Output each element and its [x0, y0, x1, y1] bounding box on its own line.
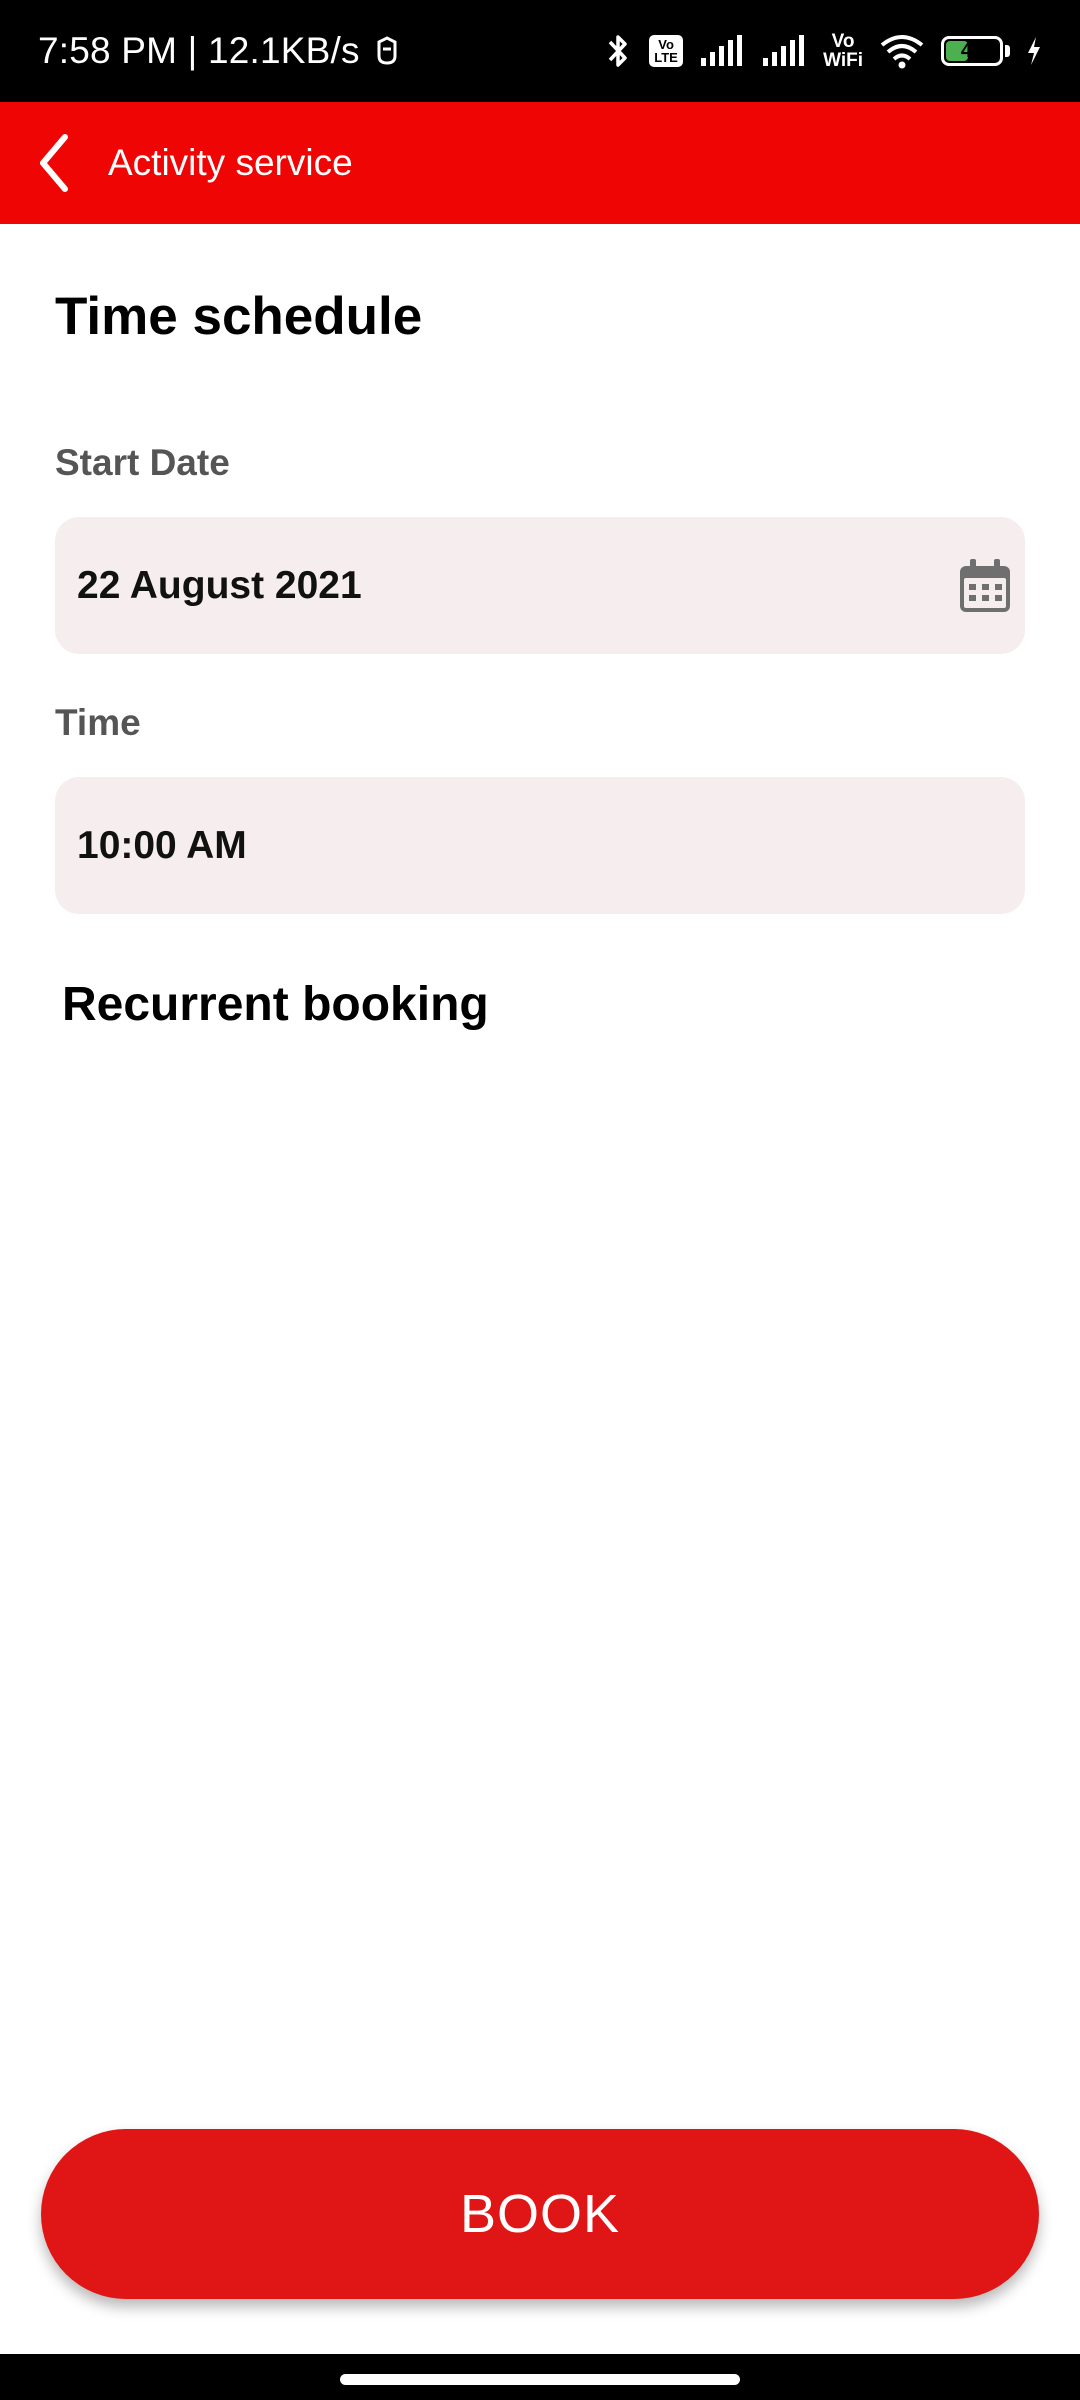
volte-icon: Vo LTE — [649, 35, 684, 67]
status-time-speed: 7:58 PM | 12.1KB/s — [38, 30, 360, 71]
signal-icon — [699, 34, 745, 68]
time-label: Time — [55, 702, 141, 743]
signal-icon — [761, 34, 807, 68]
status-bar: 7:58 PM | 12.1KB/s Vo LTE Vo WiFi 46 — [0, 0, 1080, 102]
screen: 7:58 PM | 12.1KB/s Vo LTE Vo WiFi 46 Act… — [0, 0, 1080, 2400]
battery-level: 46 — [960, 39, 984, 62]
status-right: Vo LTE Vo WiFi 46 — [603, 31, 1042, 71]
charging-icon — [1026, 36, 1042, 66]
section-title-time-schedule: Time schedule — [55, 287, 423, 346]
notification-app-icon — [374, 36, 400, 66]
back-button[interactable] — [0, 102, 110, 224]
battery-tip — [1005, 45, 1010, 57]
volte-label: Vo LTE — [649, 35, 684, 67]
start-date-field[interactable]: 22 August 2021 — [55, 517, 1025, 654]
time-field[interactable]: 10:00 AM — [55, 777, 1025, 914]
start-date-value: 22 August 2021 — [77, 563, 362, 607]
home-gesture-handle[interactable] — [340, 2374, 740, 2385]
time-value: 10:00 AM — [77, 823, 247, 867]
book-button[interactable]: BOOK — [41, 2129, 1039, 2299]
start-date-label: Start Date — [55, 442, 230, 483]
section-title-recurrent-booking: Recurrent booking — [62, 978, 489, 1031]
app-bar: Activity service — [0, 102, 1080, 224]
chevron-left-icon — [40, 134, 68, 192]
navigation-bar — [0, 2354, 1080, 2400]
vowifi-icon: Vo WiFi — [823, 31, 863, 71]
bluetooth-icon — [603, 31, 633, 71]
battery-icon: 46 — [941, 36, 1010, 66]
calendar-icon[interactable] — [953, 554, 1017, 618]
wifi-icon — [879, 33, 925, 69]
battery-body: 46 — [941, 36, 1003, 66]
app-title: Activity service — [108, 142, 353, 183]
status-left: 7:58 PM | 12.1KB/s — [38, 30, 400, 72]
